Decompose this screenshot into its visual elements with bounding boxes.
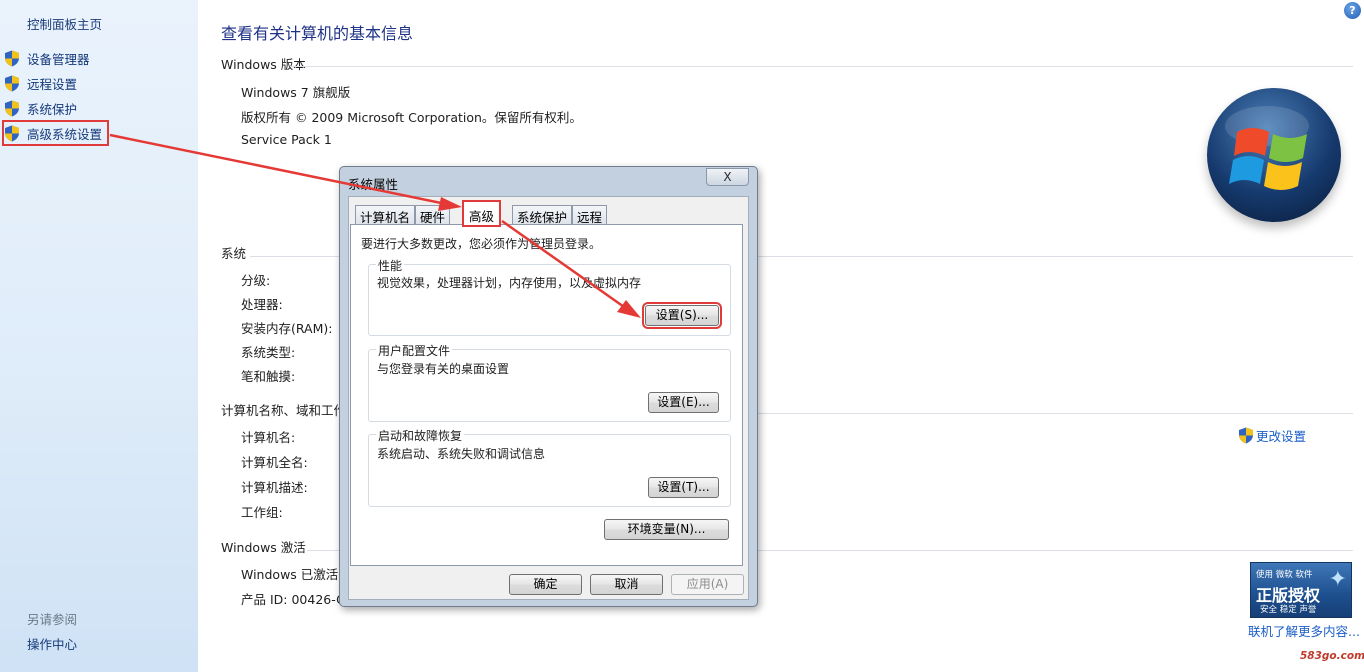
section-divider [757, 413, 1353, 414]
uac-shield-icon [5, 125, 19, 141]
system-properties-dialog: 系统属性 X 计算机名 硬件 高级 系统保护 远程 要进行大多数更改，您必须作为… [339, 166, 758, 607]
nav-item-label: 高级系统设置 [27, 126, 103, 142]
nav-item-device-manager[interactable]: 设备管理器 [4, 47, 90, 69]
section-divider [290, 66, 1353, 67]
learn-more-online-link[interactable]: 联机了解更多内容... [1248, 621, 1360, 640]
change-settings-link[interactable]: 更改设置 [1238, 426, 1306, 445]
genuine-badge-top: 使用 微软 软件 [1256, 570, 1313, 580]
nav-item-label: 远程设置 [27, 76, 78, 92]
close-icon: X [723, 170, 732, 184]
tab-remote[interactable]: 远程 [572, 205, 608, 225]
admin-note: 要进行大多数更改，您必须作为管理员登录。 [361, 237, 602, 251]
workgroup-label: 工作组: [241, 505, 283, 520]
performance-settings-button[interactable]: 设置(S)... [642, 302, 722, 329]
uac-shield-icon [5, 100, 19, 116]
see-also-heading: 另请参阅 [27, 612, 78, 627]
section-activation: Windows 激活 [221, 540, 306, 555]
tab-advanced[interactable]: 高级 [461, 200, 502, 227]
section-windows-edition: Windows 版本 [221, 57, 306, 72]
performance-description: 视觉效果，处理器计划，内存使用，以及虚拟内存 [377, 276, 642, 290]
ok-button[interactable]: 确定 [509, 574, 582, 595]
user-profiles-title: 用户配置文件 [376, 342, 453, 359]
section-divider [307, 550, 340, 551]
computer-name-label: 计算机名: [241, 430, 296, 445]
genuine-software-badge[interactable]: 使用 微软 软件 正版授权 安全 稳定 声誉 ✦ [1250, 562, 1352, 618]
tab-system-protection[interactable]: 系统保护 [512, 205, 573, 225]
performance-title: 性能 [376, 257, 405, 274]
watermark-text: 583go.com [1300, 650, 1364, 662]
user-profiles-settings-button[interactable]: 设置(E)... [648, 392, 719, 413]
section-computer-name: 计算机名称、域和工作组设置 [221, 403, 339, 418]
startup-recovery-title: 启动和故障恢复 [376, 427, 465, 444]
action-center-link[interactable]: 操作中心 [27, 634, 77, 653]
cancel-button[interactable]: 取消 [590, 574, 663, 595]
star-icon: ✦ [1328, 567, 1347, 592]
nav-item-advanced-system-settings[interactable]: 高级系统设置 [1, 120, 110, 146]
computer-description-label: 计算机描述: [241, 480, 308, 495]
environment-variables-button[interactable]: 环境变量(N)... [604, 519, 729, 540]
section-divider [757, 256, 1353, 257]
user-profiles-description: 与您登录有关的桌面设置 [377, 362, 510, 376]
section-divider [250, 256, 340, 257]
windows-logo [1207, 88, 1341, 222]
uac-shield-icon [5, 50, 19, 66]
change-settings-label: 更改设置 [1256, 429, 1307, 444]
nav-item-label: 系统保护 [27, 101, 78, 117]
tab-computer-name[interactable]: 计算机名 [355, 205, 416, 225]
processor-label: 处理器: [241, 297, 283, 312]
rating-label: 分级: [241, 273, 271, 288]
startup-recovery-settings-button[interactable]: 设置(T)... [648, 477, 719, 498]
page-title: 查看有关计算机的基本信息 [221, 24, 414, 43]
computer-full-name-label: 计算机全名: [241, 455, 308, 470]
nav-item-label: 设备管理器 [27, 51, 90, 67]
control-panel-home-link[interactable]: 控制面板主页 [27, 14, 102, 33]
dialog-title: 系统属性 [348, 177, 399, 192]
edition-name: Windows 7 旗舰版 [241, 85, 351, 100]
section-system: 系统 [221, 246, 247, 261]
product-id: 产品 ID: 00426-O [241, 592, 340, 607]
windows-flag-icon [1225, 106, 1309, 190]
section-divider [757, 550, 1353, 551]
system-type-label: 系统类型: [241, 345, 296, 360]
help-icon[interactable]: ? [1344, 2, 1361, 19]
uac-shield-icon [1239, 427, 1253, 444]
tab-hardware[interactable]: 硬件 [415, 205, 451, 225]
navigation-pane: 控制面板主页 设备管理器 远程设置 系统保护 高级系统设置 另请参阅 操作中心 [0, 0, 198, 672]
apply-button[interactable]: 应用(A) [671, 574, 744, 595]
activation-status: Windows 已激活 [241, 567, 339, 582]
startup-recovery-description: 系统启动、系统失败和调试信息 [377, 447, 546, 461]
pen-touch-label: 笔和触摸: [241, 369, 296, 384]
uac-shield-icon [5, 75, 19, 91]
nav-item-system-protection[interactable]: 系统保护 [4, 97, 77, 119]
nav-item-remote-settings[interactable]: 远程设置 [4, 72, 77, 94]
close-button[interactable]: X [706, 168, 749, 186]
genuine-badge-bottom: 安全 稳定 声誉 [1260, 605, 1317, 615]
copyright-text: 版权所有 © 2009 Microsoft Corporation。保留所有权利… [241, 110, 582, 125]
ram-label: 安装内存(RAM): [241, 321, 333, 336]
service-pack: Service Pack 1 [241, 132, 332, 147]
